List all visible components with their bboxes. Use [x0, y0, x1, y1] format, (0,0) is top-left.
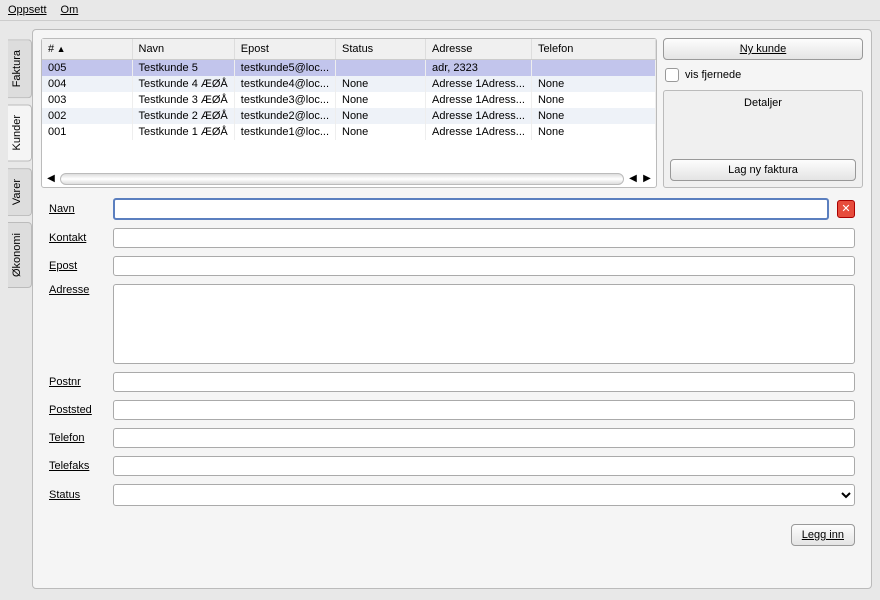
customer-table-wrap: # Navn Epost Status Adresse Telefon 005T…	[41, 38, 657, 188]
cell-id: 002	[42, 108, 132, 124]
col-id[interactable]: #	[42, 39, 132, 60]
customer-form: Navn ✕ Kontakt Epost Adresse Postnr Posts…	[41, 194, 863, 514]
cell-adresse: Adresse 1Adress...	[426, 124, 532, 140]
vis-fjernede-checkbox[interactable]	[665, 68, 679, 82]
menubar: Oppsett Om	[0, 0, 880, 21]
input-poststed[interactable]	[113, 400, 855, 420]
ny-kunde-button[interactable]: Ny kunde	[663, 38, 863, 60]
customer-table: # Navn Epost Status Adresse Telefon 005T…	[42, 39, 656, 140]
lag-ny-faktura-button[interactable]: Lag ny faktura	[670, 159, 856, 181]
table-header-row: # Navn Epost Status Adresse Telefon	[42, 39, 656, 60]
upper-row: # Navn Epost Status Adresse Telefon 005T…	[41, 38, 863, 188]
horizontal-scrollbar[interactable]: ◀ ◀ ▶	[42, 171, 656, 187]
vis-fjernede-label: vis fjernede	[685, 69, 741, 81]
main-area: Faktura Kunder Varer Økonomi # Navn Epos…	[0, 21, 880, 597]
cell-telefon: None	[531, 108, 655, 124]
input-kontakt[interactable]	[113, 228, 855, 248]
side-column: Ny kunde vis fjernede Detaljer Lag ny fa…	[663, 38, 863, 188]
cell-navn: Testkunde 2 ÆØÅ	[132, 108, 234, 124]
cell-id: 004	[42, 76, 132, 92]
scroll-track[interactable]	[60, 173, 624, 185]
table-row[interactable]: 002Testkunde 2 ÆØÅtestkunde2@loc...NoneA…	[42, 108, 656, 124]
cell-navn: Testkunde 4 ÆØÅ	[132, 76, 234, 92]
input-adresse[interactable]	[113, 284, 855, 364]
cell-telefon	[531, 60, 655, 77]
label-navn: Navn	[49, 203, 105, 215]
detaljer-box: Detaljer Lag ny faktura	[663, 90, 863, 188]
col-status[interactable]: Status	[336, 39, 426, 60]
bottom-bar: Legg inn	[41, 520, 863, 550]
cell-id: 003	[42, 92, 132, 108]
table-row[interactable]: 001Testkunde 1 ÆØÅtestkunde1@loc...NoneA…	[42, 124, 656, 140]
cell-adresse: Adresse 1Adress...	[426, 76, 532, 92]
select-status[interactable]	[113, 484, 855, 506]
kunder-panel: # Navn Epost Status Adresse Telefon 005T…	[32, 29, 872, 589]
label-poststed: Poststed	[49, 404, 105, 416]
table-row[interactable]: 004Testkunde 4 ÆØÅtestkunde4@loc...NoneA…	[42, 76, 656, 92]
label-status: Status	[49, 489, 105, 501]
cell-status: None	[336, 124, 426, 140]
cell-navn: Testkunde 5	[132, 60, 234, 77]
label-postnr: Postnr	[49, 376, 105, 388]
scroll-right-icon[interactable]: ◀	[628, 174, 638, 184]
input-telefon[interactable]	[113, 428, 855, 448]
cell-epost: testkunde3@loc...	[234, 92, 335, 108]
input-postnr[interactable]	[113, 372, 855, 392]
col-navn[interactable]: Navn	[132, 39, 234, 60]
tab-okonomi[interactable]: Økonomi	[8, 222, 32, 288]
cell-navn: Testkunde 1 ÆØÅ	[132, 124, 234, 140]
cell-adresse: adr, 2323	[426, 60, 532, 77]
cell-status: None	[336, 92, 426, 108]
cell-id: 005	[42, 60, 132, 77]
col-telefon[interactable]: Telefon	[531, 39, 655, 60]
cell-adresse: Adresse 1Adress...	[426, 92, 532, 108]
label-adresse: Adresse	[49, 284, 105, 296]
input-telefaks[interactable]	[113, 456, 855, 476]
cell-id: 001	[42, 124, 132, 140]
cell-telefon: None	[531, 92, 655, 108]
label-telefaks: Telefaks	[49, 460, 105, 472]
table-row[interactable]: 003Testkunde 3 ÆØÅtestkunde3@loc...NoneA…	[42, 92, 656, 108]
tabstrip: Faktura Kunder Varer Økonomi	[8, 29, 32, 589]
vis-fjernede-row[interactable]: vis fjernede	[663, 64, 863, 86]
legg-inn-button[interactable]: Legg inn	[791, 524, 855, 546]
cell-telefon: None	[531, 124, 655, 140]
scroll-right2-icon[interactable]: ▶	[642, 174, 652, 184]
menu-oppsett[interactable]: Oppsett	[8, 4, 47, 16]
delete-button[interactable]: ✕	[837, 200, 855, 218]
input-epost[interactable]	[113, 256, 855, 276]
cell-status	[336, 60, 426, 77]
cell-epost: testkunde5@loc...	[234, 60, 335, 77]
input-navn[interactable]	[113, 198, 829, 220]
cell-telefon: None	[531, 76, 655, 92]
col-epost[interactable]: Epost	[234, 39, 335, 60]
menu-om[interactable]: Om	[61, 4, 79, 16]
label-epost: Epost	[49, 260, 105, 272]
cell-epost: testkunde2@loc...	[234, 108, 335, 124]
tab-faktura[interactable]: Faktura	[8, 39, 32, 98]
cell-epost: testkunde4@loc...	[234, 76, 335, 92]
label-telefon: Telefon	[49, 432, 105, 444]
tab-varer[interactable]: Varer	[8, 168, 32, 216]
cell-navn: Testkunde 3 ÆØÅ	[132, 92, 234, 108]
col-adresse[interactable]: Adresse	[426, 39, 532, 60]
scroll-left-icon[interactable]: ◀	[46, 174, 56, 184]
cell-status: None	[336, 76, 426, 92]
tab-kunder[interactable]: Kunder	[8, 104, 32, 161]
cell-adresse: Adresse 1Adress...	[426, 108, 532, 124]
cell-status: None	[336, 108, 426, 124]
label-kontakt: Kontakt	[49, 232, 105, 244]
detaljer-label: Detaljer	[670, 97, 856, 109]
table-row[interactable]: 005Testkunde 5testkunde5@loc... adr, 2323	[42, 60, 656, 77]
cell-epost: testkunde1@loc...	[234, 124, 335, 140]
